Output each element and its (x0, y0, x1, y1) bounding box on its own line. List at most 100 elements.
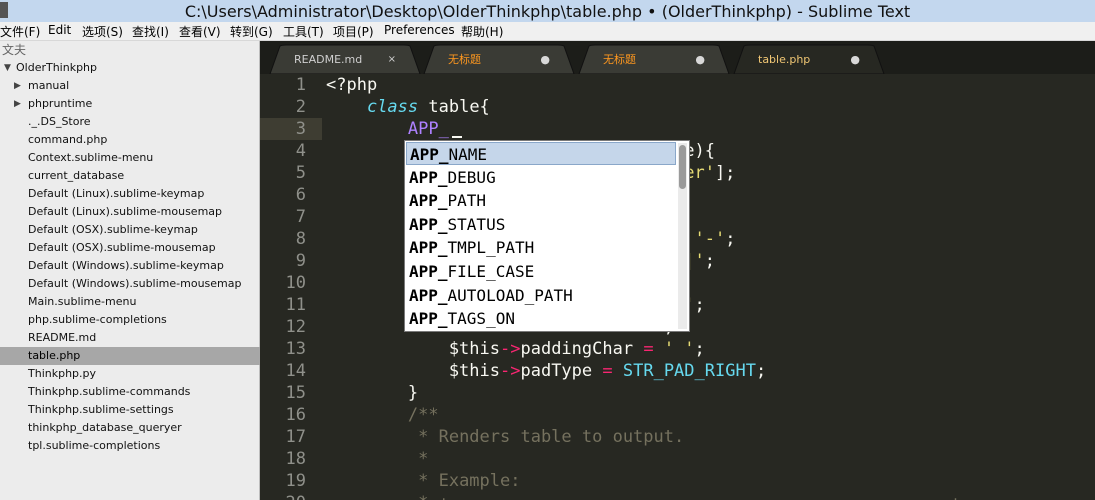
tab[interactable]: README.md × (280, 45, 410, 74)
autocomplete-scrollbar[interactable] (678, 143, 687, 329)
menu-item[interactable]: Edit (48, 23, 71, 37)
sidebar-item[interactable]: command.php (0, 131, 260, 149)
tab[interactable]: 无标题 ● (589, 45, 719, 74)
close-icon[interactable]: × (388, 45, 396, 74)
sidebar-item-label: phpruntime (28, 97, 93, 110)
line-number: 2 (295, 97, 306, 117)
menu-item[interactable]: 查找(I) (132, 23, 169, 40)
code-line[interactable]: * (326, 448, 428, 470)
tab-bar: README.md × 无标题 ● 无标题 ● table.php ● (260, 41, 1095, 74)
code-line[interactable]: /** (326, 404, 439, 426)
autocomplete-item[interactable]: APP_TAGS_ON (406, 307, 676, 330)
code-line[interactable]: } (326, 382, 418, 404)
autocomplete-item[interactable]: APP_PATH (406, 189, 676, 212)
autocomplete-item[interactable]: APP_TMPL_PATH (406, 236, 676, 259)
line-number: 16 (285, 405, 306, 425)
sidebar-item[interactable]: current_database (0, 167, 260, 185)
sidebar-item[interactable]: Main.sublime-menu (0, 293, 260, 311)
menu-item[interactable]: Preferences (384, 23, 455, 37)
menu-item[interactable]: 文件(F) (0, 23, 40, 40)
code-token: } (326, 383, 419, 403)
code-token: paddingChar (520, 339, 644, 359)
autocomplete-item[interactable]: APP_STATUS (406, 213, 676, 236)
sidebar-item[interactable]: Default (OSX).sublime-keymap (0, 221, 260, 239)
code-token: * (407, 449, 429, 469)
sidebar-item-label: Default (OSX).sublime-mousemap (28, 241, 216, 254)
code-token: = (602, 361, 613, 381)
sidebar-item[interactable]: README.md (0, 329, 260, 347)
code-line[interactable]: $this->paddingChar = ' '; (326, 338, 705, 360)
autocomplete-match-prefix: APP_ (409, 238, 448, 258)
sidebar-header: 文夫 (2, 43, 27, 57)
autocomplete-item[interactable]: APP_NAME (406, 142, 676, 165)
sidebar-item-label: table.php (28, 349, 81, 362)
chevron-down-icon[interactable]: ▼ (4, 59, 11, 77)
sidebar-item[interactable]: Default (Linux).sublime-mousemap (0, 203, 260, 221)
sidebar-item[interactable]: php.sublime-completions (0, 311, 260, 329)
tab-label: README.md (294, 53, 363, 66)
code-line[interactable]: * Renders table to output. (326, 426, 684, 448)
line-number: 17 (285, 427, 306, 447)
menu-item[interactable]: 项目(P) (333, 23, 374, 40)
code-token: * Example: (407, 471, 521, 491)
sidebar-item-label: command.php (28, 133, 108, 146)
sidebar-item[interactable]: Thinkphp.sublime-settings (0, 401, 260, 419)
sidebar-item[interactable]: ._.DS_Store (0, 113, 260, 131)
line-number: 18 (285, 449, 306, 469)
line-number: 5 (295, 163, 306, 183)
unsaved-dot-icon[interactable]: ● (850, 45, 860, 74)
autocomplete-item[interactable]: APP_DEBUG (406, 166, 676, 189)
code-line[interactable]: <?php (326, 74, 377, 96)
menu-item[interactable]: 帮助(H) (461, 23, 503, 40)
tab[interactable]: 无标题 ● (434, 45, 564, 74)
autocomplete-suffix: STATUS (447, 214, 506, 234)
line-number: 4 (295, 141, 306, 161)
code-token: ; (704, 251, 715, 271)
sidebar-item-label: current_database (28, 169, 125, 182)
menu-item[interactable]: 查看(V) (179, 23, 221, 40)
line-number: 11 (285, 295, 306, 315)
sidebar-item[interactable]: table.php (0, 347, 260, 365)
unsaved-dot-icon[interactable]: ● (695, 45, 705, 74)
code-line[interactable]: * Example: (326, 470, 520, 492)
sidebar-item[interactable]: Default (Windows).sublime-keymap (0, 257, 260, 275)
autocomplete-popup[interactable]: APP_NAME APP_DEBUG APP_PATH APP_STATUS APP_T… (404, 140, 690, 332)
chevron-right-icon[interactable]: ▶ (14, 95, 21, 113)
menu-item[interactable]: 转到(G) (230, 23, 273, 40)
sidebar-item[interactable]: Default (Linux).sublime-keymap (0, 185, 260, 203)
chevron-right-icon[interactable]: ▶ (14, 77, 21, 95)
code-token: <?php (326, 75, 378, 95)
sidebar-item[interactable]: ▶ manual (0, 77, 260, 95)
unsaved-dot-icon[interactable]: ● (540, 45, 550, 74)
tab[interactable]: table.php ● (744, 45, 874, 74)
sidebar-item[interactable]: Thinkphp.sublime-commands (0, 383, 260, 401)
line-number: 20 (260, 492, 306, 500)
sidebar-item[interactable]: Thinkphp.py (0, 365, 260, 383)
sidebar-item[interactable]: thinkphp_database_queryer (0, 419, 260, 437)
autocomplete-suffix: DEBUG (447, 167, 496, 187)
code-line[interactable]: class table{ (326, 96, 490, 118)
tab-label: table.php (758, 53, 811, 66)
text-cursor (452, 136, 462, 138)
autocomplete-scrollbar-thumb[interactable] (679, 145, 686, 189)
sidebar-item[interactable]: ▼ OlderThinkphp (0, 59, 260, 77)
autocomplete-item[interactable]: APP_AUTOLOAD_PATH (406, 284, 676, 307)
code-line[interactable]: APP_ (326, 118, 449, 140)
line-number: 13 (285, 339, 306, 359)
sidebar-item[interactable]: tpl.sublime-completions (0, 437, 260, 455)
sidebar-item[interactable]: ▶ phpruntime (0, 95, 260, 113)
autocomplete-suffix: TMPL_PATH (447, 238, 535, 258)
sidebar-item[interactable]: Context.sublime-menu (0, 149, 260, 167)
menu-item[interactable]: 选项(S) (82, 23, 123, 40)
code-token: $this (326, 339, 500, 359)
sidebar-item[interactable]: Default (Windows).sublime-mousemap (0, 275, 260, 293)
sidebar-item[interactable]: Default (OSX).sublime-mousemap (0, 239, 260, 257)
code-line[interactable]: $this->padType = STR_PAD_RIGHT; (326, 360, 766, 382)
line-number: 14 (285, 361, 306, 381)
autocomplete-suffix: TAGS_ON (447, 309, 515, 329)
code-line[interactable]: * +-------------------------------------… (326, 492, 960, 500)
code-token: ; (694, 295, 705, 315)
menu-item[interactable]: 工具(T) (283, 23, 324, 40)
autocomplete-item[interactable]: APP_FILE_CASE (406, 260, 676, 283)
